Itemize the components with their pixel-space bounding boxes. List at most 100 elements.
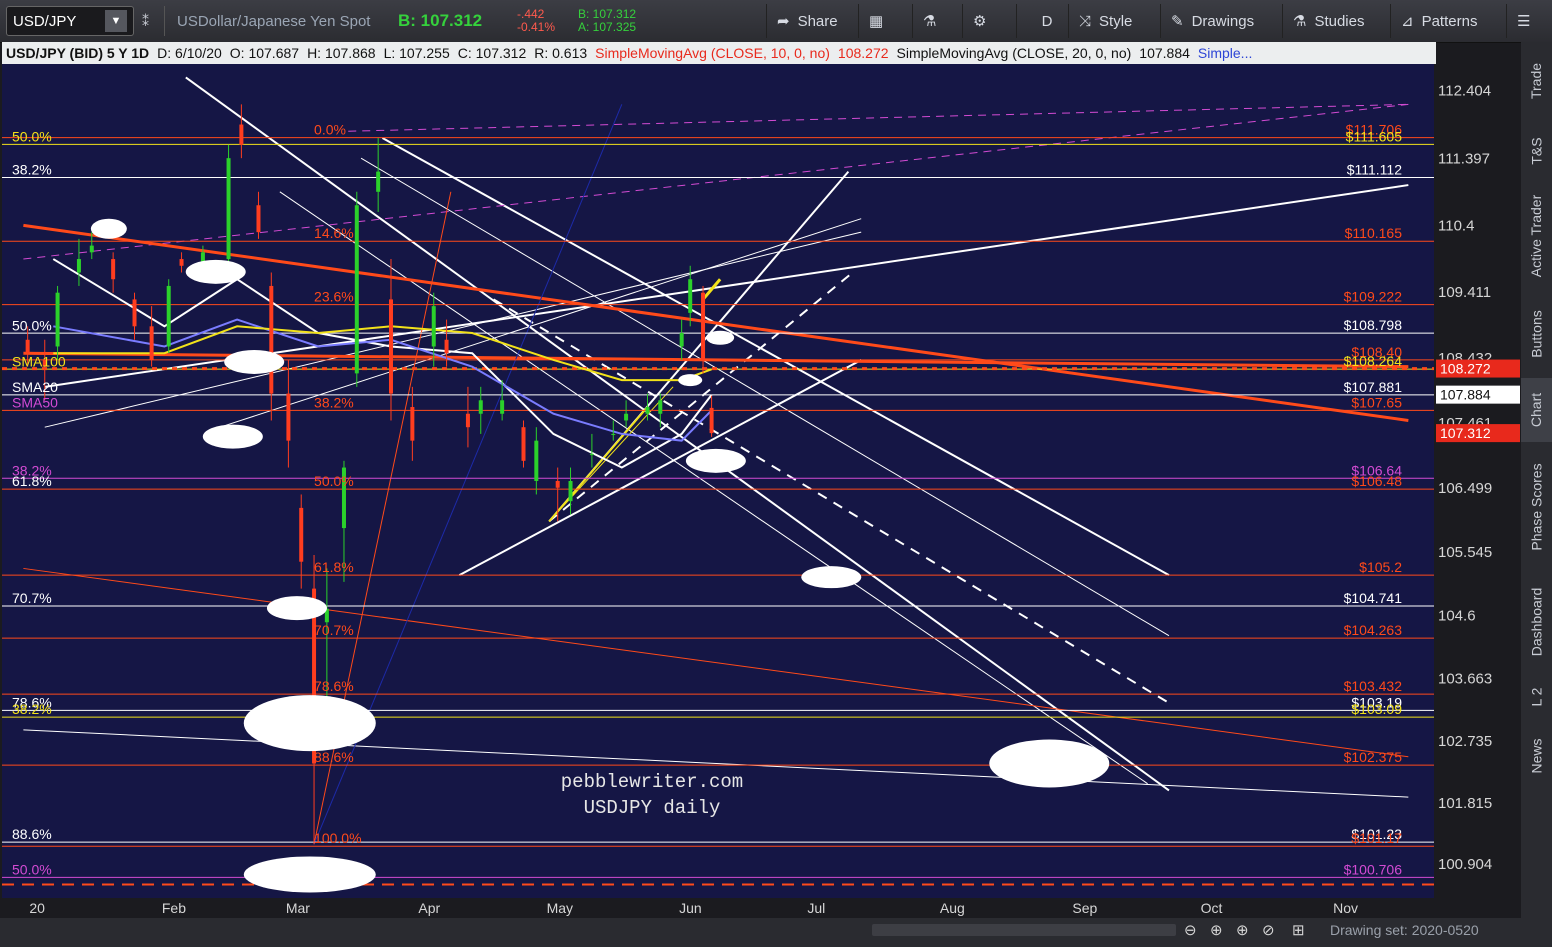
fib-mid-label: 78.6% <box>314 678 354 694</box>
candle-body <box>478 400 483 414</box>
zoom-out-icon[interactable]: ⊖ <box>1184 921 1197 939</box>
info-close: C: 107.312 <box>457 45 527 61</box>
info-high: H: 107.868 <box>307 45 376 61</box>
annotation-oval <box>202 424 263 449</box>
level-label: $107.881 <box>1344 379 1403 395</box>
time-tick-label: Apr <box>418 900 440 916</box>
annotation-oval <box>989 739 1110 788</box>
annotation-oval <box>685 448 746 473</box>
link-icon[interactable]: ⁑ <box>142 6 149 36</box>
candle-body <box>431 306 436 347</box>
tab-l-2[interactable]: L 2 <box>1521 674 1552 720</box>
candle-body <box>701 292 706 360</box>
candle-body <box>299 507 304 562</box>
tab-trade[interactable]: Trade <box>1521 42 1552 120</box>
fib-left-label: 38.2% <box>12 701 52 717</box>
patterns-button[interactable]: ⊿ Patterns <box>1390 4 1487 38</box>
flask-button[interactable]: ⚗ <box>912 4 946 38</box>
level-label: $110.165 <box>1345 225 1403 241</box>
price-tick-label: 106.499 <box>1438 480 1492 497</box>
menu-icon: ☰ <box>1517 13 1531 30</box>
level-label: $102.375 <box>1344 749 1403 765</box>
zoom-in-icon[interactable]: ⊕ <box>1210 921 1223 939</box>
symbol-value: USD/JPY <box>13 12 77 30</box>
change-percent: -0.41% <box>517 20 556 34</box>
candle-body <box>709 407 714 434</box>
chart-title: USD/JPY (BID) 5 Y 1D <box>6 45 150 61</box>
share-icon: ➦ <box>777 13 790 30</box>
candle-body <box>521 427 526 461</box>
annotation-oval <box>185 259 246 284</box>
price-tag-label: 107.884 <box>1440 387 1491 403</box>
level-label: $106.48 <box>1351 473 1402 489</box>
info-sma10: SimpleMovingAvg (CLOSE, 10, 0, no) <box>595 45 830 61</box>
tab-phase-scores[interactable]: Phase Scores <box>1521 444 1552 570</box>
candle-body <box>256 205 261 233</box>
fib-left-label: 38.2% <box>12 162 52 178</box>
tab-label: Trade <box>1528 62 1545 100</box>
time-tick-label: Sep <box>1072 900 1097 916</box>
info-sma20-value: 107.884 <box>1139 45 1190 61</box>
pan-icon[interactable]: ⊕ <box>1236 921 1249 939</box>
level-label: $107.65 <box>1351 394 1402 410</box>
candle-body <box>286 393 291 441</box>
candle-body <box>410 407 415 441</box>
annotation-oval <box>243 856 376 893</box>
settings-button[interactable]: ⚙ <box>962 4 996 38</box>
candle-body <box>465 413 470 428</box>
fib-mid-label: 100.0% <box>314 830 361 846</box>
price-tick-label: 100.904 <box>1438 856 1492 873</box>
level-label: $111.112 <box>1347 162 1402 178</box>
horizontal-scrollbar[interactable] <box>872 924 1176 936</box>
candle-body <box>658 400 663 414</box>
price-chart[interactable]: 50.0% 38.2% 50.0% SMA100 SMA20SMA50 38.2% 61.8… <box>2 64 1521 918</box>
candle-body <box>555 481 560 488</box>
tab-label: News <box>1528 738 1545 774</box>
layout-button[interactable]: ▦ <box>858 4 893 38</box>
flask-icon: ⚗ <box>1293 13 1307 30</box>
tab-t-s[interactable]: T&S <box>1521 122 1552 180</box>
tab-dashboard[interactable]: Dashboard <box>1521 572 1552 672</box>
candle-body <box>568 481 573 502</box>
annotation-oval <box>243 695 376 752</box>
candle-body <box>55 292 60 347</box>
candle-body <box>111 259 116 280</box>
fib-left-label: SMA20 <box>12 379 58 395</box>
price-tick-label: 109.411 <box>1438 284 1491 301</box>
tab-news[interactable]: News <box>1521 722 1552 790</box>
style-button[interactable]: ⤨ Style <box>1068 4 1142 38</box>
level-label: $105.2 <box>1359 559 1402 575</box>
level-label: $104.741 <box>1344 590 1403 606</box>
share-button[interactable]: ➦ Share <box>766 4 848 38</box>
price-tick-label: 111.397 <box>1438 150 1490 167</box>
studies-button[interactable]: ⚗ Studies <box>1282 4 1375 38</box>
time-tick-label: Jul <box>807 900 825 916</box>
symbol-selector[interactable]: USD/JPY ▼ <box>6 6 134 36</box>
candle-body <box>444 339 449 354</box>
fib-mid-label: 14.6% <box>314 225 354 241</box>
tab-label: Chart <box>1528 392 1545 428</box>
level-label: $101.17 <box>1351 830 1402 846</box>
candle-body <box>76 259 81 273</box>
candle-body <box>624 413 629 421</box>
reset-zoom-icon[interactable]: ⊘ <box>1262 921 1275 939</box>
price-tick-label: 104.6 <box>1438 608 1476 625</box>
candle-body <box>166 285 171 347</box>
tab-buttons[interactable]: Buttons <box>1521 292 1552 376</box>
candle-body <box>645 407 650 414</box>
fib-left-label: 50.0% <box>12 129 52 145</box>
chevron-down-icon[interactable]: ▼ <box>105 10 127 32</box>
drawings-button[interactable]: ✎ Drawings <box>1160 4 1264 38</box>
tab-chart[interactable]: Chart <box>1521 378 1552 442</box>
menu-button[interactable]: ☰ <box>1506 4 1540 38</box>
info-sma10-value: 108.272 <box>837 45 889 61</box>
watermark-line-1: pebblewriter.com <box>561 771 743 793</box>
tab-active-trader[interactable]: Active Trader <box>1521 182 1552 290</box>
price-tick-label: 105.545 <box>1438 544 1492 561</box>
annotation-oval <box>90 218 127 239</box>
fit-icon[interactable]: ⊞ <box>1292 921 1305 939</box>
tab-label: Active Trader <box>1528 194 1545 278</box>
candle-body <box>611 433 616 435</box>
candle-body <box>534 440 539 481</box>
candle-body <box>388 299 393 394</box>
